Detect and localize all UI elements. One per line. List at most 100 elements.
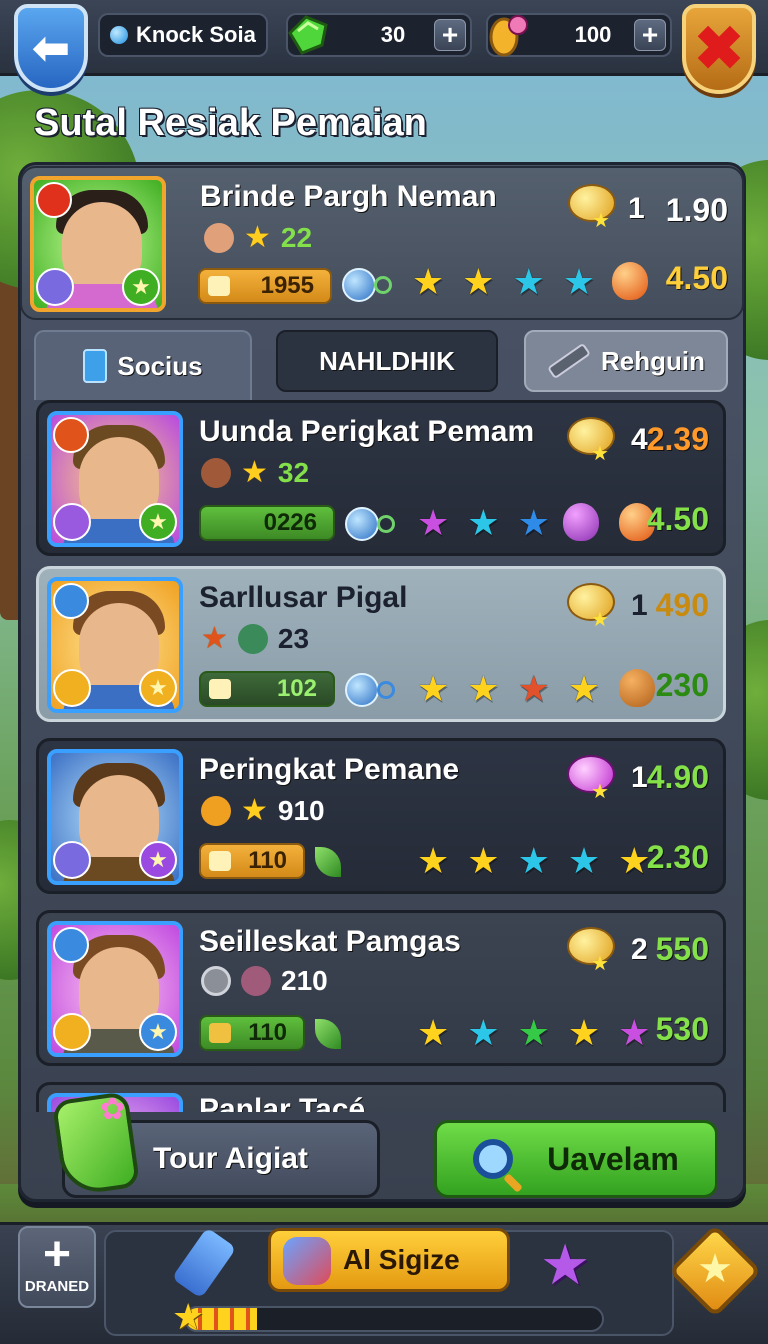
avatar-icon [204,222,234,253]
star-green-icon: ★ [517,1012,550,1053]
player-portrait: ★ [47,411,183,547]
feather-badge-icon [53,841,91,879]
gem-count: 30 [380,22,406,47]
ai-label: Al Sigize [343,1244,460,1275]
row-level: 210 [281,965,328,996]
drained-button[interactable]: + DRANED [18,1226,96,1308]
star-small-icon: ★ [591,443,609,465]
ai-button[interactable]: Al Sigize [268,1228,510,1292]
close-button[interactable]: ✖ [682,4,756,94]
star-red-icon: ★ [517,668,550,709]
star-yellow-icon: ★ [567,1012,601,1053]
player-value-top: 1.90 [665,192,728,228]
add-coins-button[interactable]: + [634,19,666,51]
star-small-icon: ★ [591,609,609,631]
blue-orb-icon [345,673,379,707]
fruit-icon [612,262,648,300]
avatar-icon [237,623,268,654]
gem-counter: 30 + [286,13,472,57]
row-stars: ★ ★ ★ [417,503,550,543]
star-blue-icon: ★ [517,502,550,543]
green-gem-icon [288,15,328,55]
feather-badge-icon [36,268,74,306]
progress-bar [184,1306,604,1332]
star-badge-icon: ★ [122,268,160,306]
row-score-bar: 0226 [199,505,335,541]
player-portrait: ★ [47,921,183,1057]
search-button[interactable]: Uavelam [434,1120,718,1198]
star-small-icon: ★ [591,781,609,803]
list-item[interactable]: Panlar Tacé [36,1082,726,1112]
player-name: Knock Soia [136,22,256,47]
trophy-icon [208,276,230,296]
player-score-bar: 1955 [198,268,332,304]
row-value-top: 2.39 [646,421,709,457]
list-item[interactable]: ★ Seilleskat Pamgas 210 110 ★ ★ ★ ★ ★ 53… [36,910,726,1066]
add-gems-button[interactable]: + [434,19,466,51]
ranking-list[interactable]: ★ Uunda Perigkat Pemam ★ 32 0226 ★ ★ ★ 4… [30,392,732,1112]
player-count: 1 [628,192,645,225]
row-value-bottom: 4.50 [646,501,709,537]
row-value-bottom: 2.30 [646,839,709,875]
tab-socius[interactable]: Socius [34,330,252,400]
row-score-bar: 110 [199,1015,305,1051]
row-value-top: 550 [655,931,709,967]
row-stars: ★ ★ ★ ★ [417,669,600,709]
row-count: 1 [631,589,648,622]
drained-label: DRANED [24,1278,90,1295]
list-item[interactable]: ★ Peringkat Pemane ★ 910 110 ★ ★ ★ ★ ★ 2… [36,738,726,894]
star-yellow-icon: ★ [417,1012,450,1053]
row-level: 910 [277,794,325,826]
row-count: 4 [631,423,648,456]
pencil-icon [209,1023,231,1043]
potion-icon [563,503,599,541]
clock-icon [201,795,231,826]
tab-rehguin[interactable]: Rehguin [524,330,728,392]
star-yellow-icon: ★ [567,668,601,709]
row-name: Peringkat Pemane [199,753,460,786]
star-badge-icon [53,1013,91,1051]
player-portrait: ★ [30,176,166,312]
list-item[interactable]: ★ Uunda Perigkat Pemam ★ 32 0226 ★ ★ ★ 4… [36,400,726,556]
row-name: Uunda Perigkat Pemam [199,415,535,448]
ring-icon [374,276,392,294]
row-name: Panlar Tacé [199,1093,366,1112]
row-score: 110 [248,1019,287,1046]
star-yellow-icon: ★ [467,840,500,881]
star-yellow-icon: ★ [467,668,500,709]
star-yellow-icon: ★ [412,261,445,302]
player-meta: ★ 22 [204,220,312,255]
star-icon: ★ [697,1247,733,1291]
tab-nahldhik[interactable]: NAHLDHIK [276,330,498,392]
row-level: 23 [277,622,310,654]
online-dot-icon [110,26,128,44]
back-button[interactable]: ⬅ [14,4,88,92]
tab-label: NAHLDHIK [319,345,455,376]
row-score: 0226 [263,509,317,536]
star-small-icon: ★ [592,210,610,232]
phone-icon [83,349,108,383]
list-item[interactable]: ★ Sarllusar Pigal ★ 23 102 ★ ★ ★ ★ 230 ★… [36,566,726,722]
row-score-bar: 110 [199,843,305,879]
gold-coin-icon [489,15,528,57]
page-title: Sutal Resiak Pemaian [34,102,427,144]
player-name-pill[interactable]: Knock Soia [98,13,268,57]
star-yellow-icon: ★ [417,840,450,881]
row-meta: 210 [201,965,328,997]
star-purple-icon: ★ [618,1012,651,1053]
star-cyan-icon: ★ [467,502,500,543]
rank-badge-icon [36,182,72,218]
player-portrait: ★ [47,749,183,885]
star-cyan-icon: ★ [467,1012,500,1053]
orb-badge-icon [53,583,89,619]
my-player-card[interactable]: ★ Brinde Pargh Neman ★ 22 1955 ★ ★ ★ ★ 4… [20,166,744,320]
glasses-icon [283,1237,331,1285]
star-orange-icon: ★ [201,622,228,655]
player-name: Brinde Pargh Neman [200,180,497,213]
tab-bar: Socius NAHLDHIK Rehguin [34,330,728,400]
purple-star-icon[interactable]: ★ [540,1232,590,1298]
magnifier-icon [473,1139,514,1179]
tool-icon [209,851,231,871]
tour-label: Tour Aigiat [153,1142,308,1175]
star-icon: ★ [241,456,268,489]
